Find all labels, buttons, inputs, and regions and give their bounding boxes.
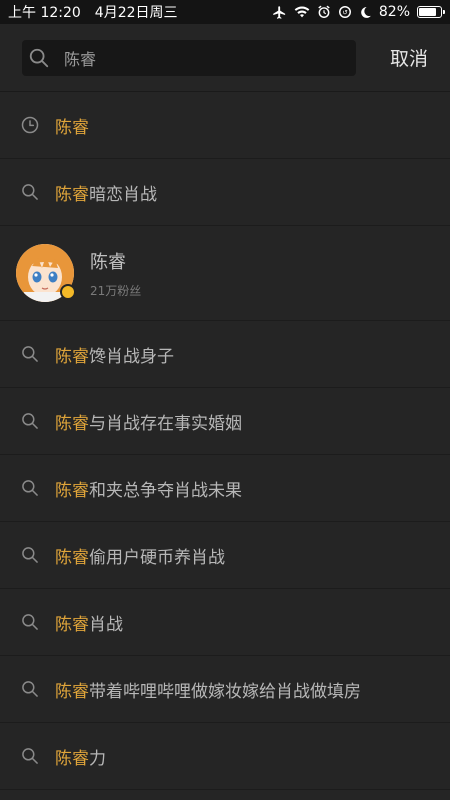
search-icon [22, 547, 38, 563]
search-icon [22, 184, 38, 200]
suggestion-item[interactable]: 陈睿肖战 [0, 589, 450, 656]
history-item[interactable]: 陈睿 [0, 92, 450, 159]
avatar[interactable] [16, 244, 76, 302]
suggestion-rest: 与肖战存在事实婚姻 [89, 413, 242, 434]
user-name: 陈睿 [90, 251, 126, 273]
suggestion-text: 陈睿和夹总争夺肖战未果 [55, 476, 242, 501]
keyword-highlight: 陈睿 [55, 614, 89, 635]
suggestion-rest: 力 [89, 748, 106, 769]
battery-percent: 82% [378, 4, 410, 20]
suggestion-item[interactable]: 陈睿带着哔哩哔哩做嫁妆嫁给肖战做填房 [0, 656, 450, 723]
suggestion-rest: 偷用户硬币养肖战 [89, 547, 225, 568]
user-result[interactable]: 陈睿 21万粉丝 [0, 226, 450, 321]
keyword-highlight: 陈睿 [55, 748, 89, 769]
user-fans-count: 21万粉丝 [90, 283, 142, 298]
suggestion-item[interactable]: 陈睿和夹总争夺肖战未果 [0, 455, 450, 522]
moon-icon [361, 6, 371, 18]
search-icon [22, 346, 38, 362]
suggestion-rest: 暗恋肖战 [89, 184, 157, 205]
history-text: 陈睿 [55, 113, 89, 138]
search-input[interactable] [64, 48, 350, 67]
status-time: 上午 12:20 [8, 5, 81, 21]
suggestion-text: 陈睿肖战 [55, 610, 123, 635]
keyword-highlight: 陈睿 [55, 346, 89, 367]
suggestion-item[interactable]: 陈睿馋肖战身子 [0, 321, 450, 388]
suggestion-text: 陈睿偷用户硬币养肖战 [55, 543, 225, 568]
alarm-icon [318, 5, 330, 18]
status-bar: 上午 12:20 4月22日周三 ↺ 82% [0, 0, 450, 24]
keyword-highlight: 陈睿 [55, 117, 89, 138]
suggestion-rest: 和夹总争夺肖战未果 [89, 480, 242, 501]
search-icon [22, 413, 38, 429]
suggestion-rest: 带着哔哩哔哩做嫁妆嫁给肖战做填房 [89, 681, 361, 702]
keyword-highlight: 陈睿 [55, 681, 89, 702]
suggestion-item[interactable]: 陈睿偷用户硬币养肖战 [0, 522, 450, 589]
search-box[interactable] [22, 39, 356, 76]
suggestion-item[interactable]: 陈睿暗恋肖战 [0, 159, 450, 226]
suggestion-item[interactable]: 陈睿与肖战存在事实婚姻 [0, 388, 450, 455]
search-header: 取消 [0, 24, 450, 92]
more-suggestions: 陈睿馋肖战身子 陈睿与肖战存在事实婚姻 陈睿和夹总争夺肖战未果 陈睿偷用户硬币养… [0, 321, 450, 790]
keyword-highlight: 陈睿 [55, 547, 89, 568]
verified-icon [60, 284, 76, 300]
svg-text:↺: ↺ [342, 8, 347, 16]
suggestion-list: 陈睿 陈睿暗恋肖战 陈睿 21万粉丝 陈睿馋肖战身子 陈睿与肖战存在事实婚姻 陈… [0, 92, 450, 790]
search-icon [22, 480, 38, 496]
status-date: 4月22日周三 [94, 5, 178, 21]
suggestion-text: 陈睿与肖战存在事实婚姻 [55, 409, 242, 434]
suggestion-text: 陈睿暗恋肖战 [55, 180, 157, 205]
user-info: 陈睿 21万粉丝 [90, 248, 141, 299]
search-icon [22, 748, 38, 764]
suggestion-rest: 馋肖战身子 [89, 346, 174, 367]
keyword-highlight: 陈睿 [55, 480, 89, 501]
keyword-highlight: 陈睿 [55, 184, 89, 205]
suggestion-text: 陈睿带着哔哩哔哩做嫁妆嫁给肖战做填房 [55, 677, 361, 702]
cancel-button[interactable]: 取消 [390, 44, 428, 71]
search-icon [22, 681, 38, 697]
battery-fill [419, 8, 437, 16]
search-icon [22, 614, 38, 630]
suggestion-text: 陈睿力 [55, 744, 106, 769]
suggestion-text: 陈睿馋肖战身子 [55, 342, 174, 367]
search-icon [29, 48, 49, 67]
keyword-highlight: 陈睿 [55, 413, 89, 434]
clock-icon [21, 116, 39, 134]
wifi-icon [294, 6, 310, 18]
sync-icon: ↺ [338, 6, 351, 18]
battery-icon [417, 6, 445, 18]
suggestion-item[interactable]: 陈睿力 [0, 723, 450, 790]
airplane-icon [273, 5, 285, 19]
suggestion-rest: 肖战 [89, 614, 123, 635]
